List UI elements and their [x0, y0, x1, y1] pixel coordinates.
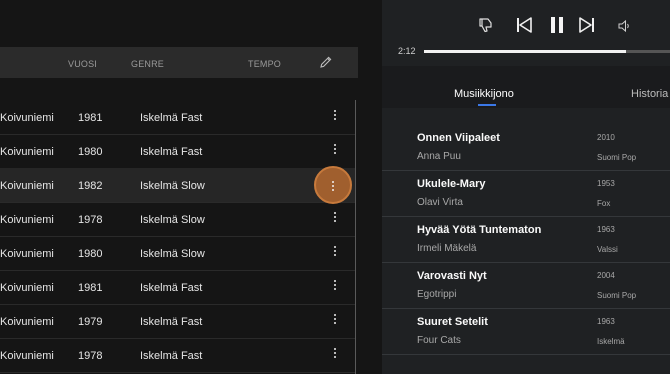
genre-cell: Iskelmä Fast: [140, 146, 203, 158]
edit-columns-icon[interactable]: [319, 55, 333, 69]
volume-icon[interactable]: [618, 19, 632, 33]
genre-cell: Iskelmä Fast: [140, 316, 203, 328]
genre-cell: Iskelmä Slow: [140, 248, 205, 260]
year-cell: 1981: [78, 112, 103, 124]
queue-item-genre: Suomi Pop: [597, 291, 637, 300]
queue-item-year: 1963: [597, 225, 615, 234]
artist-cell: Koivuniemi: [0, 180, 54, 192]
more-options-icon[interactable]: [326, 278, 344, 296]
next-track-icon[interactable]: [578, 16, 596, 34]
table-row[interactable]: Koivuniemi 1981 Iskelmä Fast: [0, 270, 356, 305]
queue-item[interactable]: Varovasti Nyt Egotrippi 2004 Suomi Pop: [382, 262, 670, 309]
queue-item-artist: Egotrippi: [417, 289, 457, 300]
artist-cell: Koivuniemi: [0, 112, 54, 124]
queue-item-title: Suuret Setelit: [417, 316, 488, 328]
year-cell: 1979: [78, 316, 103, 328]
queue-item-title: Hyvää Yötä Tuntematon: [417, 224, 542, 236]
table-row[interactable]: Koivuniemi 1981 Iskelmä Fast: [0, 100, 356, 135]
artist-cell: Koivuniemi: [0, 146, 54, 158]
genre-cell: Iskelmä Fast: [140, 112, 203, 124]
queue-item-genre: Iskelmä: [597, 337, 625, 346]
player-panel: 2:12 Musiikkijono Historia Onnen Viipale…: [382, 0, 670, 374]
queue-item-year: 1953: [597, 179, 615, 188]
more-options-icon[interactable]: [326, 346, 344, 364]
queue-item-artist: Four Cats: [417, 335, 461, 346]
genre-cell: Iskelmä Slow: [140, 180, 205, 192]
queue-item-artist: Olavi Virta: [417, 197, 463, 208]
progress-bar[interactable]: [424, 50, 670, 53]
track-list-panel: VUOSI GENRE TEMPO Koivuniemi 1981 Iskelm…: [0, 0, 382, 374]
more-options-icon[interactable]: [326, 210, 344, 228]
more-options-icon[interactable]: [326, 142, 344, 160]
column-header-year[interactable]: VUOSI: [68, 59, 97, 69]
column-header-tempo[interactable]: TEMPO: [248, 59, 281, 69]
year-cell: 1978: [78, 350, 103, 362]
more-options-icon[interactable]: [326, 108, 344, 126]
year-cell: 1982: [78, 180, 103, 192]
queue-item-artist: Irmeli Mäkelä: [417, 243, 477, 254]
table-row[interactable]: Koivuniemi 1980 Iskelmä Fast: [0, 134, 356, 169]
genre-cell: Iskelmä Slow: [140, 214, 205, 226]
table-row[interactable]: Koivuniemi 1978 Iskelmä Slow: [0, 202, 356, 237]
year-cell: 1980: [78, 146, 103, 158]
queue-item-title: Ukulele-Mary: [417, 178, 486, 190]
table-header: VUOSI GENRE TEMPO: [0, 47, 358, 78]
table-row-selected[interactable]: Koivuniemi 1982 Iskelmä Slow: [0, 166, 356, 204]
artist-cell: Koivuniemi: [0, 248, 54, 260]
table-row[interactable]: Koivuniemi 1978 Iskelmä Fast: [0, 338, 356, 373]
more-options-icon[interactable]: [326, 312, 344, 330]
active-tab-indicator: [478, 104, 496, 106]
queue-item-genre: Valssi: [597, 245, 618, 254]
table-row[interactable]: Koivuniemi 1980 Iskelmä Slow: [0, 236, 356, 271]
panel-tabs: Musiikkijono Historia: [382, 66, 670, 108]
previous-track-icon[interactable]: [515, 16, 533, 34]
queue-item-year: 1963: [597, 317, 615, 326]
progress-fill: [424, 50, 626, 53]
thumbs-down-icon[interactable]: [478, 16, 496, 34]
pause-icon[interactable]: [548, 16, 566, 34]
table-scrollbar[interactable]: [355, 100, 356, 374]
queue-item-genre: Suomi Pop: [597, 153, 637, 162]
more-options-icon[interactable]: [314, 166, 352, 204]
year-cell: 1978: [78, 214, 103, 226]
artist-cell: Koivuniemi: [0, 214, 54, 226]
queue-item[interactable]: Ukulele-Mary Olavi Virta 1953 Fox: [382, 170, 670, 217]
artist-cell: Koivuniemi: [0, 282, 54, 294]
genre-cell: Iskelmä Fast: [140, 282, 203, 294]
queue-item-title: Onnen Viipaleet: [417, 132, 500, 144]
queue-item[interactable]: Hyvää Yötä Tuntematon Irmeli Mäkelä 1963…: [382, 216, 670, 263]
artist-cell: Koivuniemi: [0, 350, 54, 362]
table-row[interactable]: Koivuniemi 1979 Iskelmä Fast: [0, 304, 356, 339]
elapsed-time: 2:12: [398, 46, 416, 56]
queue-item-artist: Anna Puu: [417, 151, 461, 162]
queue-item-genre: Fox: [597, 199, 611, 208]
queue-item[interactable]: Onnen Viipaleet Anna Puu 2010 Suomi Pop: [382, 124, 670, 171]
queue-item-year: 2010: [597, 133, 615, 142]
queue-item[interactable]: Suuret Setelit Four Cats 1963 Iskelmä: [382, 308, 670, 355]
column-header-genre[interactable]: GENRE: [131, 59, 164, 69]
queue-item-title: Varovasti Nyt: [417, 270, 487, 282]
artist-cell: Koivuniemi: [0, 316, 54, 328]
year-cell: 1980: [78, 248, 103, 260]
year-cell: 1981: [78, 282, 103, 294]
more-options-icon[interactable]: [326, 244, 344, 262]
tab-history[interactable]: Historia: [631, 88, 668, 100]
tab-queue[interactable]: Musiikkijono: [454, 88, 514, 100]
queue-item-year: 2004: [597, 271, 615, 280]
genre-cell: Iskelmä Fast: [140, 350, 203, 362]
